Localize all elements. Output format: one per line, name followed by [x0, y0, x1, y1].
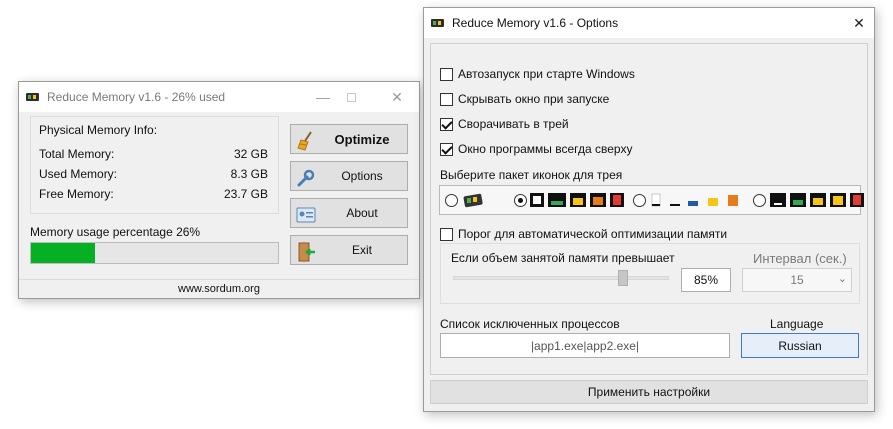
minimize-to-tray-label: Сворачивать в трей — [458, 117, 569, 131]
language-label: Language — [770, 317, 824, 331]
total-memory-value: 32 GB — [233, 147, 268, 161]
optimize-button-label: Optimize — [334, 131, 390, 147]
auto-optimize-checkbox[interactable]: Порог для автоматической оптимизации пам… — [440, 227, 727, 241]
chip-icon-pack — [463, 193, 483, 208]
auto-optimize-label: Порог для автоматической оптимизации пам… — [458, 227, 728, 241]
apply-settings-label: Применить настройки — [587, 385, 711, 399]
main-titlebar: Reduce Memory v1.6 - 26% used — ✕ — [19, 82, 419, 112]
threshold-panel: Если объем занятой памяти превышает 85% … — [440, 243, 860, 304]
exclusion-value: |app1.exe|app2.exe| — [530, 338, 640, 353]
wrench-icon — [297, 169, 315, 187]
about-button-label: About — [346, 206, 378, 220]
id-card-icon — [296, 207, 316, 223]
main-window: Reduce Memory v1.6 - 26% used — ✕ Physic… — [18, 81, 420, 299]
usage-percentage-label: Memory usage percentage 26% — [30, 225, 201, 239]
threshold-label: Если объем занятой памяти превышает — [451, 251, 675, 265]
hide-on-start-checkbox[interactable]: Скрывать окно при запуске — [440, 92, 609, 106]
options-close-button[interactable]: ✕ — [836, 8, 882, 38]
options-window: Reduce Memory v1.6 - Options ✕ Автозапус… — [423, 7, 875, 412]
used-memory-value: 8.3 GB — [230, 167, 268, 181]
exclusion-input[interactable]: |app1.exe|app2.exe| — [440, 333, 730, 358]
threshold-value: 85% — [693, 273, 719, 287]
sordum-link[interactable]: www.sordum.org — [19, 283, 419, 295]
options-group: Автозапуск при старте Windows Скрывать о… — [430, 43, 868, 375]
interval-select[interactable]: 15 ⌄ — [742, 268, 852, 292]
memory-chip-icon — [431, 19, 444, 27]
memory-usage-progress-fill — [31, 243, 96, 263]
interval-label: Интервал (сек.) — [753, 251, 847, 266]
threshold-slider-thumb[interactable] — [618, 270, 628, 286]
icon-pack-label: Выберите пакет иконок для трея — [440, 168, 623, 182]
icon-pack-frame — [439, 185, 864, 215]
icon-pack-radio-3[interactable] — [633, 194, 646, 207]
always-on-top-checkbox-box[interactable] — [440, 142, 453, 156]
optimize-button[interactable]: Optimize — [290, 124, 408, 154]
bars-dark-icon-pack — [530, 193, 624, 207]
maximize-button[interactable] — [328, 82, 374, 112]
bars-light-icon-pack — [651, 193, 738, 207]
auto-optimize-checkbox-box[interactable] — [440, 227, 453, 241]
icon-pack-radio-2[interactable] — [514, 194, 527, 207]
free-memory-label: Free Memory: — [39, 187, 114, 201]
memory-chip-icon — [26, 93, 39, 101]
interval-value: 15 — [790, 273, 804, 287]
threshold-value-field: 85% — [681, 268, 731, 292]
options-button[interactable]: Options — [290, 161, 408, 191]
main-window-title: Reduce Memory v1.6 - 26% used — [47, 90, 226, 104]
language-value: Russian — [778, 338, 822, 353]
broom-icon — [297, 131, 312, 151]
exclusion-label: Список исключенных процессов — [440, 317, 620, 331]
about-button[interactable]: About — [290, 198, 408, 228]
autostart-checkbox-box[interactable] — [440, 67, 453, 81]
exit-button[interactable]: Exit — [290, 235, 408, 265]
footer-separator — [19, 279, 419, 280]
apply-settings-button[interactable]: Применить настройки — [430, 380, 868, 404]
hide-on-start-checkbox-box[interactable] — [440, 92, 453, 106]
chevron-down-icon: ⌄ — [837, 273, 847, 285]
exit-button-label: Exit — [351, 243, 372, 257]
used-memory-label: Used Memory: — [39, 167, 118, 181]
memory-usage-progress — [30, 242, 279, 264]
minimize-to-tray-checkbox[interactable]: Сворачивать в трей — [440, 117, 569, 131]
autostart-label: Автозапуск при старте Windows — [458, 67, 635, 81]
minimize-to-tray-checkbox-box[interactable] — [440, 117, 453, 131]
memory-info-group: Physical Memory Info: Total Memory: 32 G… — [30, 116, 279, 214]
close-button[interactable]: ✕ — [374, 82, 420, 112]
options-titlebar: Reduce Memory v1.6 - Options ✕ — [424, 8, 874, 38]
autostart-checkbox[interactable]: Автозапуск при старте Windows — [440, 67, 635, 81]
threshold-slider-track[interactable] — [453, 276, 669, 280]
icon-pack-radio-1[interactable] — [445, 194, 458, 207]
exit-door-icon — [298, 242, 315, 262]
icon-pack-radio-4[interactable] — [753, 194, 766, 207]
hide-on-start-label: Скрывать окно при запуске — [458, 92, 610, 106]
language-button[interactable]: Russian — [741, 333, 859, 358]
options-button-label: Options — [341, 169, 383, 183]
bars-black-icon-pack — [770, 193, 864, 207]
free-memory-value: 23.7 GB — [223, 187, 268, 201]
total-memory-label: Total Memory: — [39, 147, 115, 161]
always-on-top-label: Окно программы всегда сверху — [458, 142, 633, 156]
options-window-title: Reduce Memory v1.6 - Options — [452, 16, 619, 30]
memory-info-title: Physical Memory Info: — [39, 123, 158, 137]
always-on-top-checkbox[interactable]: Окно программы всегда сверху — [440, 142, 632, 156]
